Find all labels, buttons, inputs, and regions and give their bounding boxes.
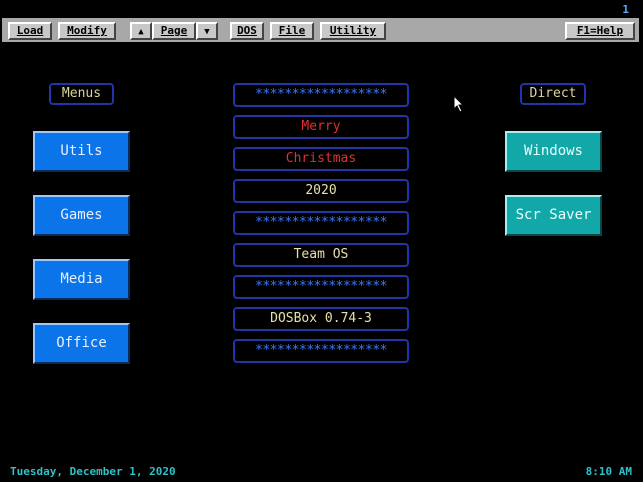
menu-button-games[interactable]: Games <box>33 195 130 236</box>
menu-button-office[interactable]: Office <box>33 323 130 364</box>
page-up-button[interactable]: ▲ <box>130 22 152 40</box>
center-line-3: Christmas <box>233 147 409 171</box>
center-line-8: DOSBox 0.74-3 <box>233 307 409 331</box>
center-line-1: ****************** <box>233 83 409 107</box>
page-down-button[interactable]: ▼ <box>196 22 218 40</box>
center-line-5: ****************** <box>233 211 409 235</box>
center-line-7: ****************** <box>233 275 409 299</box>
utility-button[interactable]: Utility <box>320 22 386 40</box>
load-button[interactable]: Load <box>8 22 52 40</box>
direct-button-windows[interactable]: Windows <box>505 131 602 172</box>
status-date: Tuesday, December 1, 2020 <box>10 465 176 478</box>
mouse-pointer-icon <box>453 95 465 113</box>
center-line-4: 2020 <box>233 179 409 203</box>
menu-button-utils[interactable]: Utils <box>33 131 130 172</box>
page-indicator: 1 <box>622 3 629 16</box>
menu-button-media[interactable]: Media <box>33 259 130 300</box>
modify-button[interactable]: Modify <box>58 22 116 40</box>
status-time: 8:10 AM <box>585 465 632 478</box>
file-button[interactable]: File <box>270 22 314 40</box>
up-arrow-icon: ▲ <box>138 27 144 37</box>
top-bar: 1 Load Modify ▲ Page ▼ DOS File Utility … <box>0 0 643 42</box>
help-button[interactable]: F1=Help <box>565 22 635 40</box>
down-arrow-icon: ▼ <box>204 27 210 37</box>
center-line-2: Merry <box>233 115 409 139</box>
center-line-6: Team OS <box>233 243 409 267</box>
direct-button-scr-saver[interactable]: Scr Saver <box>505 195 602 236</box>
page-button[interactable]: Page <box>152 22 196 40</box>
center-line-9: ****************** <box>233 339 409 363</box>
direct-title: Direct <box>520 83 586 105</box>
dos-button[interactable]: DOS <box>230 22 264 40</box>
menus-title: Menus <box>49 83 114 105</box>
